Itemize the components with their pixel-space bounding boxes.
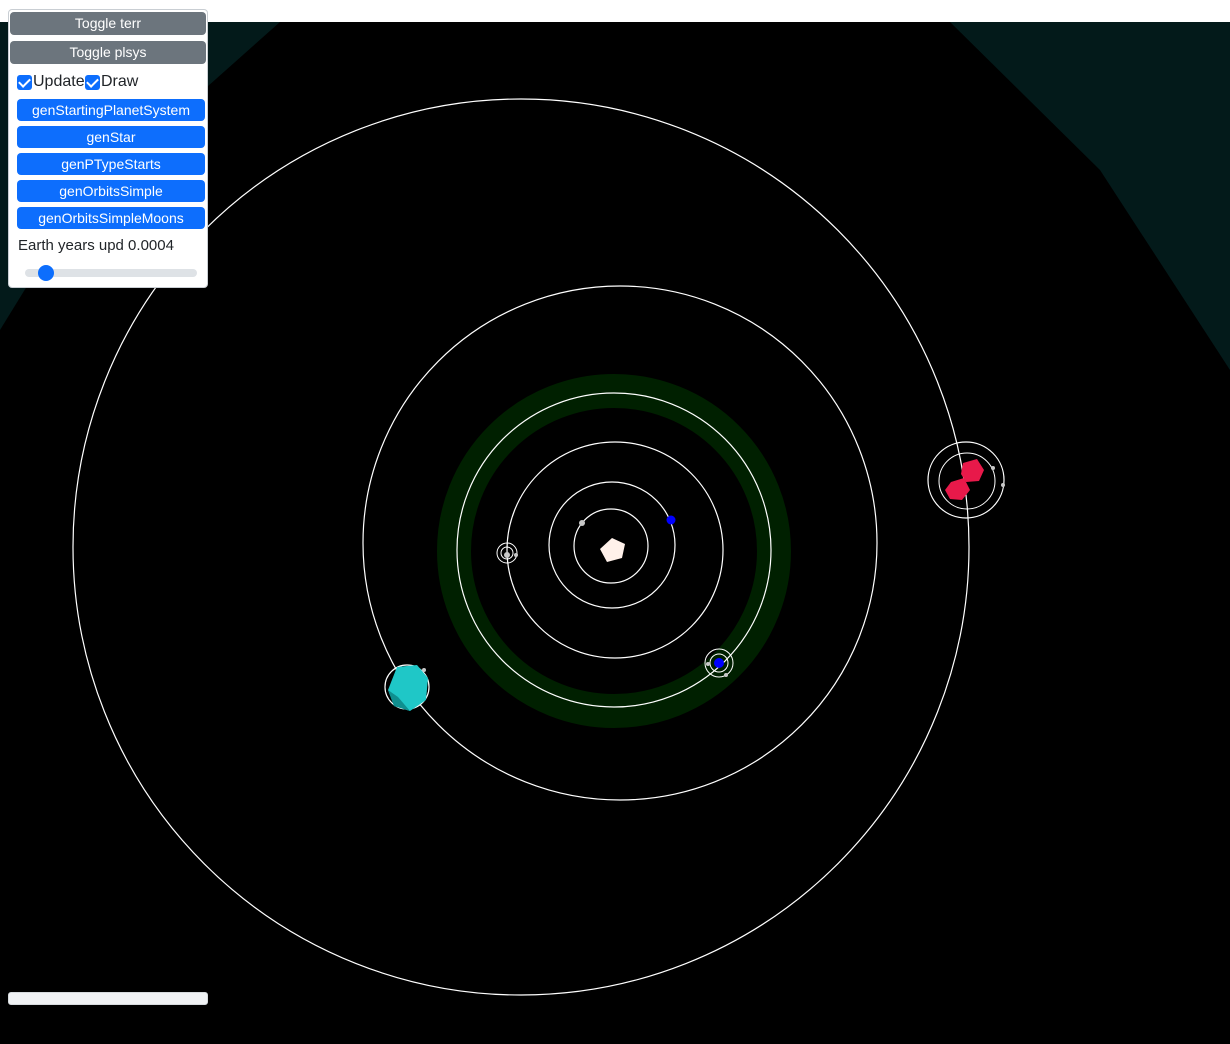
status-bar bbox=[8, 992, 208, 1005]
update-checkbox[interactable]: Update bbox=[17, 73, 85, 91]
draw-checkbox[interactable]: Draw bbox=[85, 73, 138, 91]
years-slider-thumb[interactable] bbox=[37, 265, 54, 281]
update-label: Update bbox=[33, 73, 85, 90]
gen-ptype-starts-button[interactable]: genPTypeStarts bbox=[17, 153, 205, 175]
gen-orbits-simple-button[interactable]: genOrbitsSimple bbox=[17, 180, 205, 202]
inner-planet[interactable] bbox=[579, 520, 585, 526]
gen-star-button[interactable]: genStar bbox=[17, 126, 205, 148]
toggle-terr-button[interactable]: Toggle terr bbox=[10, 12, 206, 35]
draw-label: Draw bbox=[101, 73, 139, 90]
years-slider[interactable] bbox=[25, 265, 197, 281]
control-panel: Toggle terr Toggle plsys Update Draw gen… bbox=[8, 9, 208, 288]
gen-orbits-simple-moons-button[interactable]: genOrbitsSimpleMoons bbox=[17, 207, 205, 229]
draw-check-icon[interactable] bbox=[85, 74, 100, 90]
blue-planet[interactable] bbox=[666, 515, 676, 525]
toggle-plsys-button[interactable]: Toggle plsys bbox=[10, 41, 206, 64]
gen-starting-planet-system-button[interactable]: genStartingPlanetSystem bbox=[17, 99, 205, 121]
earth-years-label: Earth years upd 0.0004 bbox=[18, 237, 174, 254]
update-check-icon[interactable] bbox=[17, 74, 32, 90]
